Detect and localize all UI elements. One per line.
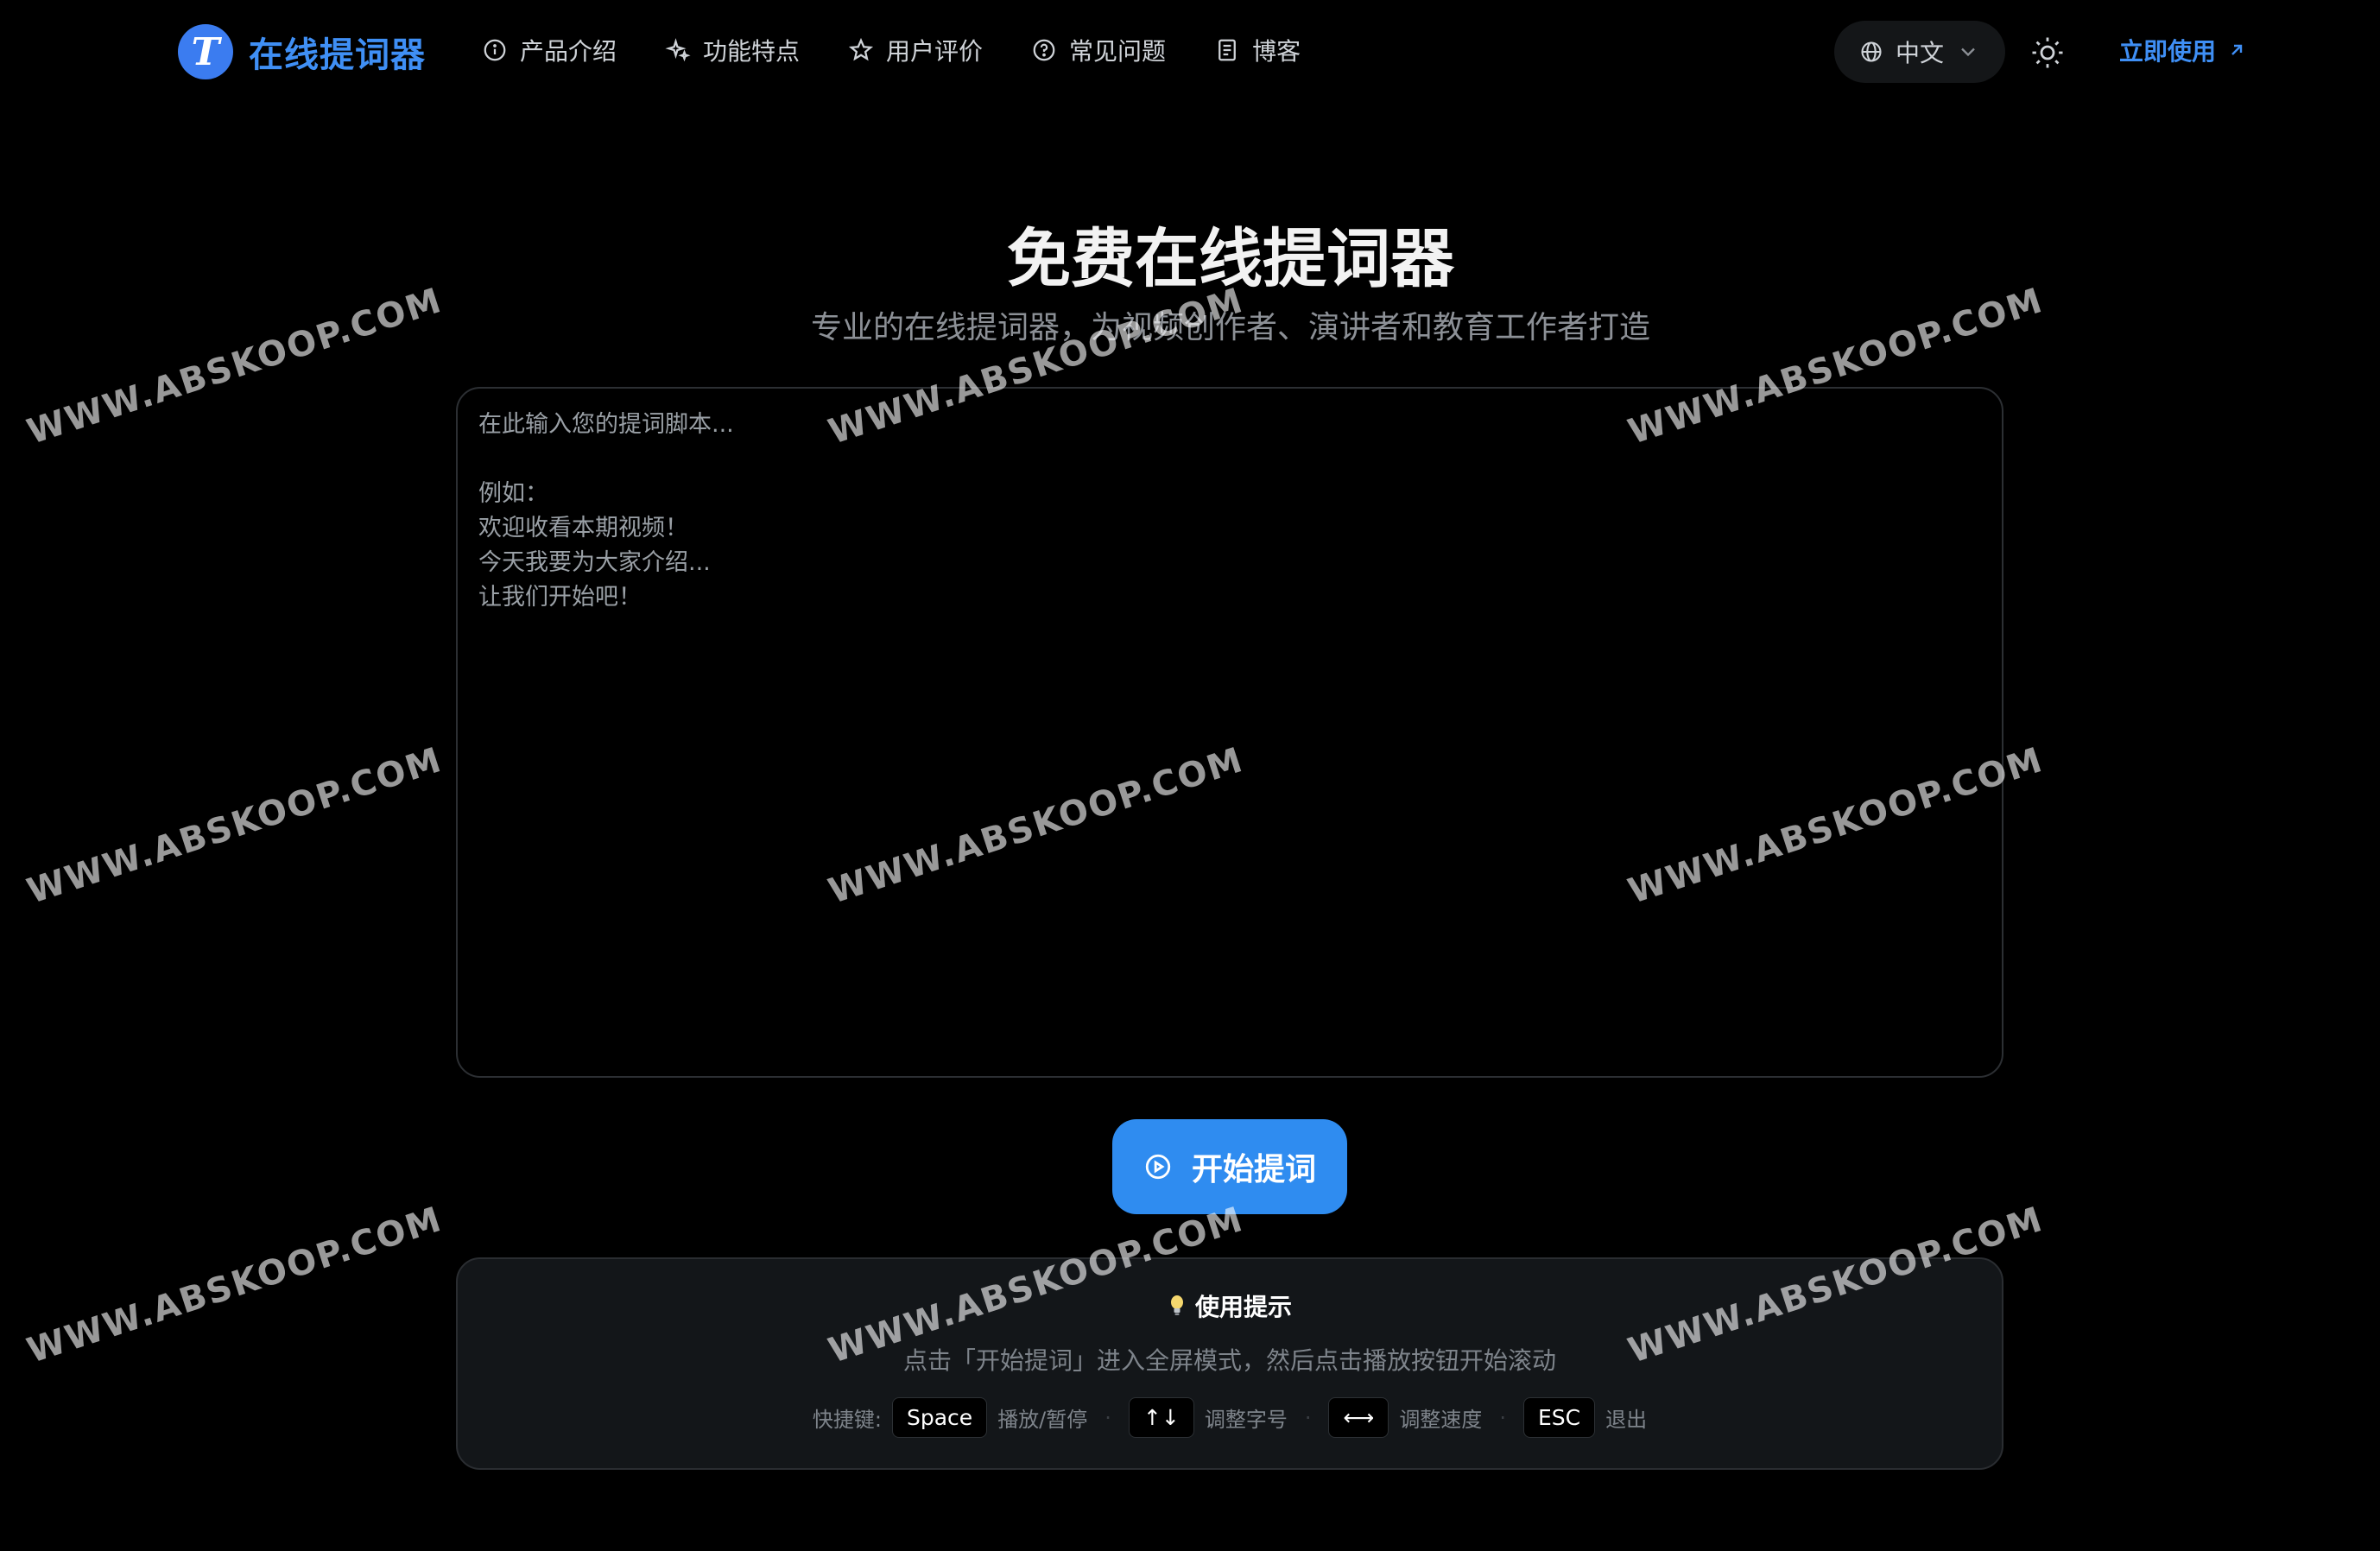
nav-item-blog[interactable]: 博客: [1214, 33, 1301, 67]
lightbulb-icon: [1170, 1295, 1183, 1315]
language-selector[interactable]: 中文: [1834, 21, 2005, 83]
script-editor: [456, 387, 2003, 1078]
nav-item-features[interactable]: 功能特点: [665, 33, 800, 67]
nav-links: 产品介绍 功能特点 用户评价 常见问题 博客: [482, 33, 1301, 67]
use-now-label: 立即使用: [2119, 37, 2217, 66]
page-title: 免费在线提词器: [1007, 222, 1454, 296]
nav-item-label: 功能特点: [703, 37, 801, 66]
shortcut-key-arrows-vertical: ↑↓: [1128, 1397, 1194, 1438]
page: T 在线提词器 产品介绍 功能特点 用户评价 常见问题 博客 中文 立即使用 免…: [0, 0, 2380, 1551]
sparkles-icon: [665, 38, 691, 62]
help-circle-icon: [1033, 39, 1055, 61]
chevron-down-icon: [1961, 47, 1975, 57]
shortcut-key-arrows-horizontal: ⟷: [1328, 1397, 1389, 1438]
top-nav: T 在线提词器 产品介绍 功能特点 用户评价 常见问题 博客 中文 立即使用: [0, 0, 2380, 104]
brand-name: 在线提词器: [249, 35, 426, 75]
nav-item-label: 博客: [1252, 37, 1301, 66]
start-prompter-button[interactable]: 开始提词: [1112, 1119, 1347, 1214]
nav-item-product-intro[interactable]: 产品介绍: [482, 33, 617, 67]
tips-title-text: 使用提示: [1194, 1293, 1292, 1321]
brand-logo[interactable]: T 在线提词器: [178, 24, 426, 79]
language-label: 中文: [1895, 39, 1944, 67]
theme-toggle-sun-icon[interactable]: [2029, 35, 2066, 71]
nav-item-reviews[interactable]: 用户评价: [848, 33, 983, 67]
usage-tips-panel: 使用提示 点击「开始提词」进入全屏模式，然后点击播放按钮开始滚动 快捷键: Sp…: [456, 1257, 2003, 1470]
page-subtitle: 专业的在线提词器，为视频创作者、演讲者和教育工作者打造: [810, 310, 1650, 345]
nav-item-label: 产品介绍: [520, 37, 617, 66]
nav-item-label: 常见问题: [1069, 37, 1167, 66]
document-icon: [1218, 39, 1236, 61]
shortcut-action: 播放/暂停: [997, 1408, 1088, 1432]
logo-mark-icon: T: [178, 24, 233, 79]
script-input[interactable]: [478, 408, 1981, 1057]
shortcut-action: 退出: [1605, 1408, 1648, 1432]
shortcut-separator: ·: [1499, 1405, 1506, 1430]
use-now-link[interactable]: 立即使用: [2119, 33, 2247, 67]
star-icon: [848, 37, 874, 61]
watermark: WWW.ABSKOOP.COM: [22, 739, 447, 912]
nav-item-label: 用户评价: [886, 37, 984, 66]
shortcut-key-space: Space: [892, 1397, 988, 1438]
shortcut-separator: ·: [1304, 1405, 1312, 1430]
shortcut-list: 快捷键: Space 播放/暂停 · ↑↓ 调整字号 · ⟷ 调整速度 · ES…: [458, 1397, 2002, 1438]
shortcut-action: 调整速度: [1399, 1408, 1483, 1432]
play-circle-icon: [1145, 1154, 1171, 1180]
shortcut-action: 调整字号: [1204, 1408, 1288, 1432]
nav-item-faq[interactable]: 常见问题: [1031, 33, 1166, 67]
watermark: WWW.ABSKOOP.COM: [22, 1199, 447, 1371]
info-icon: [484, 39, 506, 61]
shortcuts-label: 快捷键:: [812, 1408, 882, 1432]
tips-description: 点击「开始提词」进入全屏模式，然后点击播放按钮开始滚动: [902, 1346, 1556, 1375]
arrow-up-right-icon: [2231, 44, 2243, 55]
shortcut-key-esc: ESC: [1522, 1397, 1596, 1438]
globe-icon: [1861, 41, 1882, 62]
tips-title: 使用提示: [458, 1288, 2002, 1323]
start-prompter-label: 开始提词: [1191, 1152, 1316, 1187]
shortcut-separator: ·: [1105, 1405, 1111, 1430]
